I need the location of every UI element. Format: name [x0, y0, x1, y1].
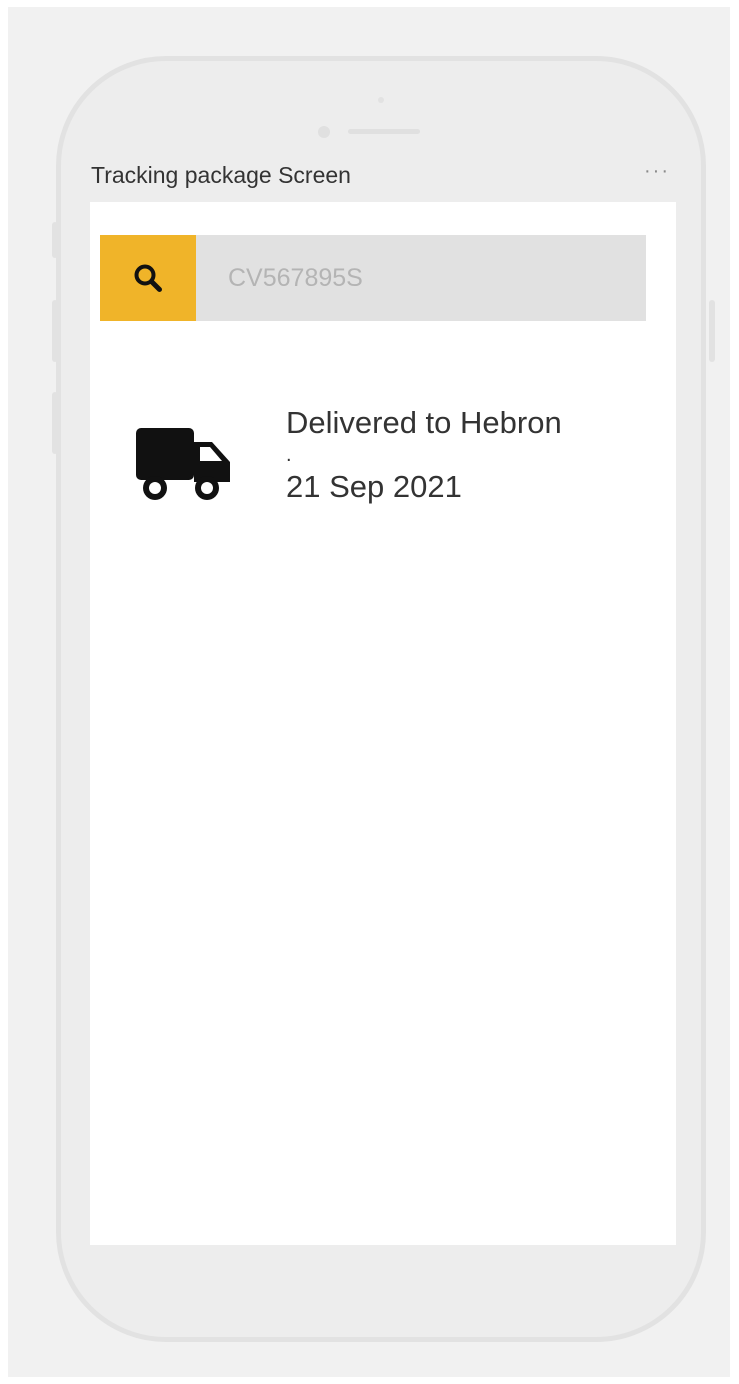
sensor-dot	[378, 97, 384, 103]
more-menu-icon[interactable]: ···	[644, 160, 670, 183]
speaker-grille	[348, 129, 420, 134]
search-icon	[134, 264, 162, 292]
side-button-volume-up	[52, 300, 58, 362]
truck-icon	[136, 428, 230, 500]
frame-title: Tracking package Screen	[91, 162, 351, 188]
search-bar	[100, 235, 646, 321]
search-button[interactable]	[100, 235, 196, 321]
app-screen: Delivered to Hebron . 21 Sep 2021	[90, 202, 676, 1245]
separator: .	[286, 444, 292, 466]
camera-dot	[318, 126, 330, 138]
side-button-power	[709, 300, 715, 362]
tracking-number-input[interactable]	[196, 235, 646, 321]
delivery-status: Delivered to Hebron	[286, 405, 562, 440]
delivery-date: 21 Sep 2021	[286, 469, 462, 504]
result-details: Delivered to Hebron . 21 Sep 2021	[286, 402, 562, 508]
side-button-volume-down	[52, 392, 58, 454]
side-button-mute	[52, 222, 58, 258]
tracking-result: Delivered to Hebron . 21 Sep 2021	[136, 402, 656, 508]
